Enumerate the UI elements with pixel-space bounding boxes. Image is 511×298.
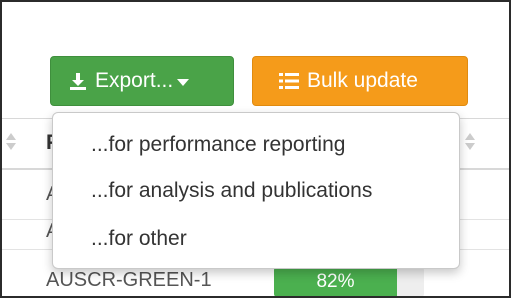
- menu-item-other[interactable]: ...for other: [91, 227, 187, 251]
- main-content: Export... Bulk update AUSCR-GREEN-1 82% …: [2, 2, 509, 296]
- indicator-code: AUSCR-GREEN-1: [46, 269, 212, 291]
- bulk-update-button-label: Bulk update: [307, 69, 418, 92]
- export-button[interactable]: Export...: [50, 56, 234, 106]
- menu-item-analysis-publications[interactable]: ...for analysis and publications: [91, 179, 372, 203]
- sort-icon[interactable]: [465, 133, 475, 153]
- bulk-update-button[interactable]: Bulk update: [252, 56, 468, 106]
- progress-fill: 82%: [274, 267, 397, 296]
- list-icon: [279, 72, 299, 90]
- caret-down-icon: [177, 78, 190, 86]
- progress-bar: 82%: [274, 267, 424, 296]
- download-icon: [69, 72, 87, 90]
- export-button-label: Export...: [95, 69, 174, 92]
- menu-item-performance-reporting[interactable]: ...for performance reporting: [91, 133, 345, 157]
- sort-icon[interactable]: [6, 133, 16, 153]
- export-dropdown-menu: ...for performance reporting ...for anal…: [52, 112, 460, 269]
- window-frame: Export... Bulk update AUSCR-GREEN-1 82% …: [0, 0, 511, 298]
